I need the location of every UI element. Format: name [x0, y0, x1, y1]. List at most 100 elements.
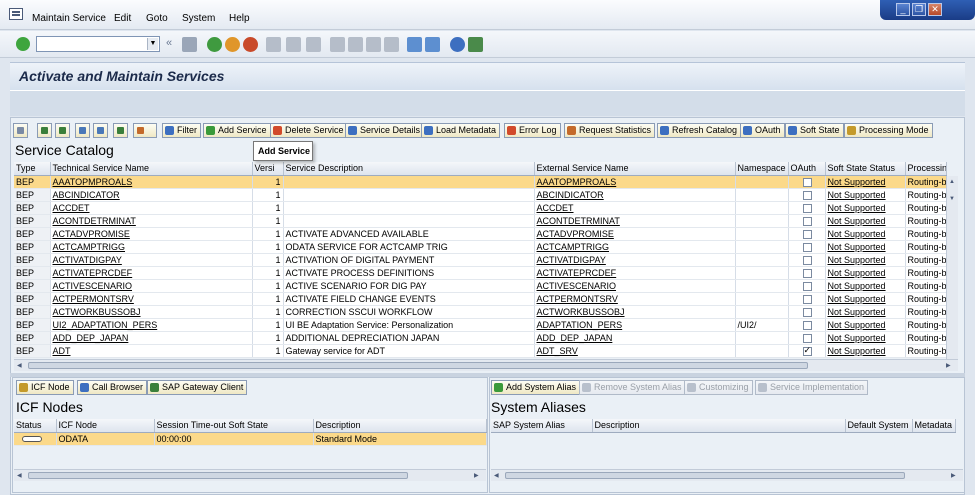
icf-nodes-horizontal-scrollbar[interactable]: ◀ ▶ [14, 469, 486, 481]
find-icon[interactable] [286, 37, 301, 52]
oauth-checkbox[interactable] [802, 307, 812, 317]
oauth-checkbox[interactable] [802, 345, 812, 356]
sort-ascending-icon[interactable] [37, 123, 52, 138]
oauth-checkbox[interactable] [802, 190, 812, 200]
delete-service-button[interactable]: Delete Service [270, 123, 348, 138]
soft-state-status-cell[interactable]: Not Supported [825, 214, 906, 228]
select-all-icon[interactable] [13, 123, 28, 138]
find-next-icon[interactable] [306, 37, 321, 52]
technical-service-name-cell[interactable]: ACTADVPROMISE [50, 227, 253, 241]
column-header-description[interactable]: Description [313, 419, 487, 433]
column-header-status[interactable]: Status [14, 419, 57, 433]
menu-system[interactable]: System [182, 13, 215, 24]
external-service-name-cell[interactable]: ACTIVESCENARIO [534, 279, 736, 293]
column-header-technical-service-name[interactable]: Technical Service Name [50, 162, 253, 176]
save-icon[interactable] [182, 37, 197, 52]
layout-icon[interactable] [133, 123, 157, 138]
technical-service-name-cell[interactable]: ACCDET [50, 201, 253, 215]
scroll-right-icon[interactable]: ▶ [946, 362, 951, 369]
scroll-up-icon[interactable]: ▲ [949, 179, 955, 185]
exit-icon[interactable] [225, 37, 240, 52]
scroll-left-icon[interactable]: ◀ [17, 362, 22, 369]
chevron-down-icon[interactable]: ▼ [147, 38, 158, 50]
table-row[interactable]: BEP ACTIVATDIGPAY 1 ACTIVATION OF DIGITAL P… [14, 253, 947, 267]
external-service-name-cell[interactable]: ACCDET [534, 201, 736, 215]
service-catalog-vertical-scrollbar[interactable]: ▲ ▼ [946, 176, 958, 359]
oauth-checkbox[interactable] [802, 229, 812, 239]
sap-menu-icon[interactable] [9, 8, 23, 20]
oauth-checkbox[interactable] [802, 203, 812, 213]
oauth-checkbox[interactable] [802, 281, 812, 291]
technical-service-name-cell[interactable]: ACTPERMONTSRV [50, 292, 253, 306]
icf-node-button[interactable]: ICF Node [16, 380, 74, 395]
column-header-session-timeout[interactable]: Session Time-out Soft State [154, 419, 314, 433]
external-service-name-cell[interactable]: ACTIVATDIGPAY [534, 253, 736, 267]
technical-service-name-cell[interactable]: UI2_ADAPTATION_PERS [50, 318, 253, 332]
external-service-name-cell[interactable]: ACTPERMONTSRV [534, 292, 736, 306]
table-row[interactable]: BEP ACTIVESCENARIO 1 ACTIVE SCENARIO FOR DI… [14, 279, 947, 293]
shortcut-icon[interactable] [425, 37, 440, 52]
external-service-name-cell[interactable]: ABCINDICATOR [534, 188, 736, 202]
table-row[interactable]: ODATA 00:00:00 Standard Mode [14, 432, 487, 446]
add-service-button[interactable]: Add Service [203, 123, 271, 138]
soft-state-status-cell[interactable]: Not Supported [825, 227, 906, 241]
service-implementation-button[interactable]: Service Implementation [755, 380, 869, 395]
soft-state-button[interactable]: Soft State [785, 123, 844, 138]
external-service-name-cell[interactable]: ADD_DEP_JAPAN [534, 331, 736, 345]
column-header-namespace[interactable]: Namespace [735, 162, 789, 176]
scroll-down-icon[interactable]: ▼ [949, 196, 955, 202]
technical-service-name-cell[interactable]: ADD_DEP_JAPAN [50, 331, 253, 345]
scroll-left-icon[interactable]: ◀ [17, 472, 22, 479]
previous-page-icon[interactable] [348, 37, 363, 52]
soft-state-status-cell[interactable]: Not Supported [825, 253, 906, 267]
oauth-checkbox[interactable] [802, 333, 812, 343]
table-row[interactable]: BEP ACONTDETRMINAT 1 ACONTDETRMINAT Not Supp… [14, 214, 947, 228]
table-row[interactable]: BEPADT1Gateway service for ADTADT_SRV Not… [14, 344, 947, 358]
scrollbar-thumb[interactable] [28, 472, 408, 479]
find-icon[interactable] [75, 123, 90, 138]
external-service-name-cell[interactable]: ACTIVATEPRCDEF [534, 266, 736, 280]
sap-gateway-client-button[interactable]: SAP Gateway Client [147, 380, 248, 395]
soft-state-status-cell[interactable]: Not Supported [825, 279, 906, 293]
soft-state-status-cell[interactable]: Not Supported [825, 318, 906, 332]
column-header-external-service-name[interactable]: External Service Name [534, 162, 736, 176]
soft-state-status-cell[interactable]: Not Supported [825, 292, 906, 306]
column-header-soft-state-status[interactable]: Soft State Status [825, 162, 906, 176]
table-row[interactable]: BEP ACTWORKBUSSOBJ 1 CORRECTION SSCUI WORKF… [14, 305, 947, 319]
find-next-icon[interactable] [93, 123, 108, 138]
load-metadata-button[interactable]: Load Metadata [421, 123, 501, 138]
cancel-icon[interactable] [243, 37, 258, 52]
back-chevron-icon[interactable]: « [166, 37, 172, 49]
print-icon[interactable] [266, 37, 281, 52]
column-header-processing[interactable]: Processing [905, 162, 947, 176]
soft-state-status-cell[interactable]: Not Supported [825, 305, 906, 319]
customize-layout-icon[interactable] [468, 37, 483, 52]
technical-service-name-cell[interactable]: AAATOPMPROALS [50, 175, 253, 189]
column-header-oauth[interactable]: OAuth [788, 162, 826, 176]
soft-state-status-cell[interactable]: Not Supported [825, 188, 906, 202]
column-header-type[interactable]: Type [14, 162, 51, 176]
technical-service-name-cell[interactable]: ACTIVATEPRCDEF [50, 266, 253, 280]
service-details-button[interactable]: Service Details [345, 123, 425, 138]
oauth-checkbox[interactable] [802, 294, 812, 304]
new-session-icon[interactable] [407, 37, 422, 52]
table-row[interactable]: BEP ACTPERMONTSRV 1 ACTIVATE FIELD CHANGE E… [14, 292, 947, 306]
soft-state-status-cell[interactable]: Not Supported [825, 344, 906, 358]
back-icon[interactable] [207, 37, 222, 52]
table-row[interactable]: BEP ACCDET 1 ACCDET Not Supported Routing-b [14, 201, 947, 215]
external-service-name-cell[interactable]: ACTCAMPTRIGG [534, 240, 736, 254]
technical-service-name-cell[interactable]: ADT [50, 344, 253, 358]
oauth-checkbox[interactable] [802, 268, 812, 278]
external-service-name-cell[interactable]: AAATOPMPROALS [534, 175, 736, 189]
oauth-checkbox[interactable] [802, 255, 812, 265]
scrollbar-thumb[interactable] [505, 472, 905, 479]
refresh-catalog-button[interactable]: Refresh Catalog [657, 123, 742, 138]
column-header-version[interactable]: Versi [252, 162, 284, 176]
call-browser-button[interactable]: Call Browser [77, 380, 148, 395]
customizing-button[interactable]: Customizing [684, 380, 753, 395]
external-service-name-cell[interactable]: ACTWORKBUSSOBJ [534, 305, 736, 319]
external-service-name-cell[interactable]: ACTADVPROMISE [534, 227, 736, 241]
error-log-button[interactable]: Error Log [504, 123, 561, 138]
service-catalog-horizontal-scrollbar[interactable]: ◀ ▶ [14, 359, 958, 371]
column-header-icf-node[interactable]: ICF Node [56, 419, 155, 433]
